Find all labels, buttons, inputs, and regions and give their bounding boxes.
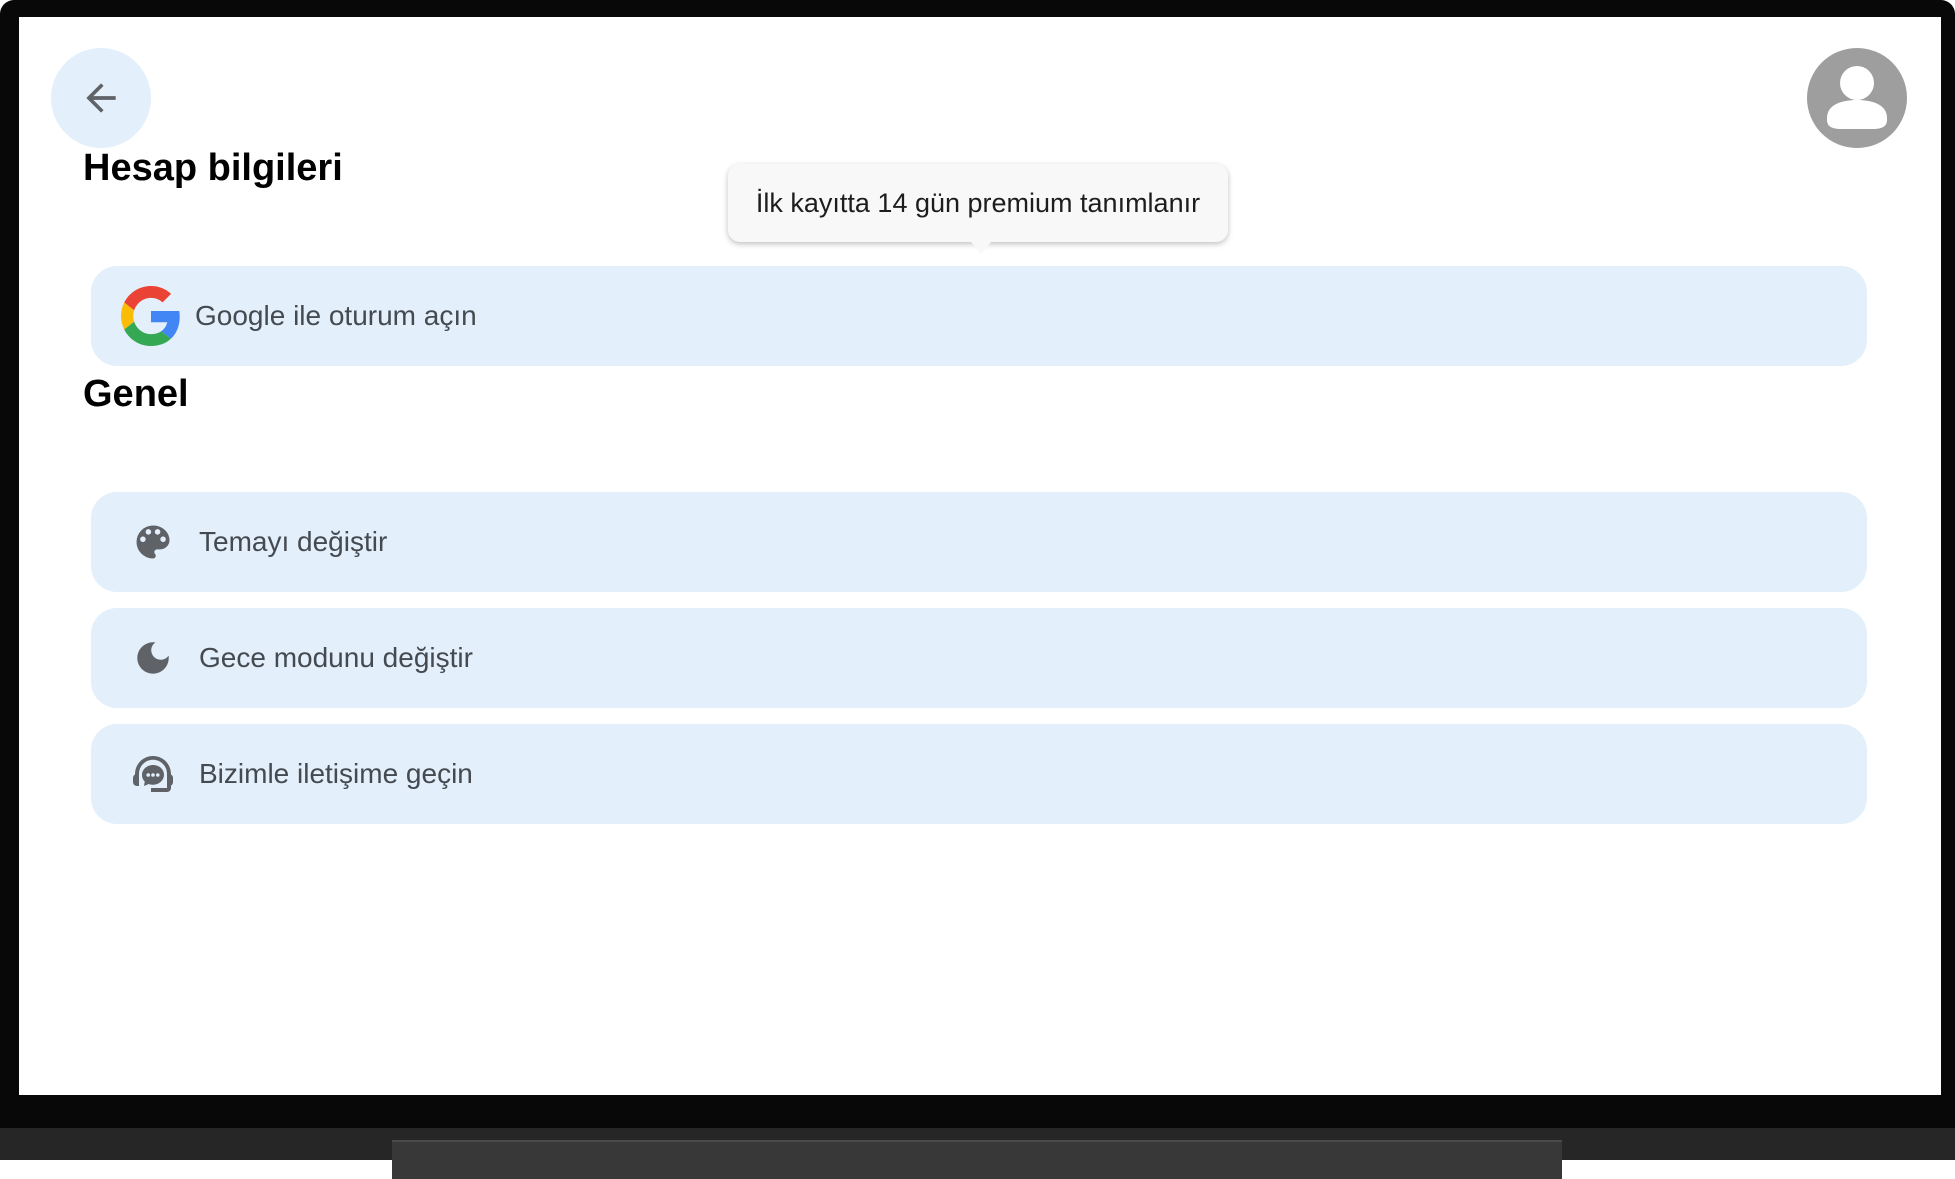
profile-avatar-button[interactable] (1807, 48, 1907, 148)
google-signin-button[interactable]: Google ile oturum açın (91, 266, 1867, 366)
tooltip-pointer (970, 241, 992, 254)
settings-screen: Hesap bilgileri Google ile oturum açın G… (19, 17, 1941, 1095)
general-section-title: Genel (83, 373, 189, 415)
tv-device-frame: Hesap bilgileri Google ile oturum açın G… (0, 0, 1955, 1179)
google-signin-label: Google ile oturum açın (195, 300, 477, 331)
support-chat-icon (123, 744, 183, 804)
change-theme-label: Temayı değiştir (199, 526, 388, 557)
account-circle-icon (1827, 66, 1887, 129)
arrow-left-icon (86, 83, 116, 113)
change-night-mode-label: Gece modunu değiştir (199, 642, 473, 673)
google-logo-icon (121, 286, 181, 346)
premium-tooltip-text: İlk kayıtta 14 gün premium tanımlanır (755, 187, 1201, 218)
change-theme-item[interactable]: Temayı değiştir (91, 492, 1867, 592)
moon-icon (123, 628, 183, 688)
back-button[interactable] (51, 48, 151, 148)
device-stand (392, 1140, 1562, 1179)
contact-us-label: Bizimle iletişime geçin (199, 758, 473, 789)
account-section-title: Hesap bilgileri (83, 147, 343, 189)
change-night-mode-item[interactable]: Gece modunu değiştir (91, 608, 1867, 708)
premium-tooltip: İlk kayıtta 14 gün premium tanımlanır (728, 164, 1228, 242)
contact-us-item[interactable]: Bizimle iletişime geçin (91, 724, 1867, 824)
palette-icon (123, 512, 183, 572)
